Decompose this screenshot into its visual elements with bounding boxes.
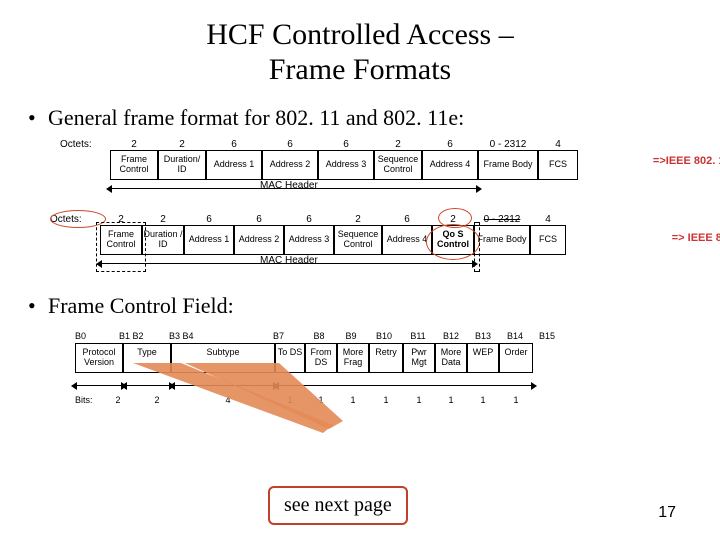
bullet-frame-control: Frame Control Field: <box>48 293 720 319</box>
page-number: 17 <box>658 504 676 522</box>
ieee-80211e-label: => IEEE 802. 11e <box>672 232 720 244</box>
frame-80211e: Octets: 2 2 6 6 6 2 6 2 0 - 2312 4 Frame… <box>50 214 720 271</box>
dashed-box-frame-control <box>96 222 146 272</box>
octets-row-80211: Octets: 2 2 6 6 6 2 6 0 - 2312 4 <box>60 139 720 150</box>
mac-header-label: MAC Header <box>260 180 318 191</box>
slide-title: HCF Controlled Access – Frame Formats <box>0 0 720 87</box>
octets-label: Octets: <box>60 139 110 150</box>
highlight-wedge-icon <box>133 363 373 433</box>
mac-header-label: MAC Header <box>260 255 318 266</box>
dashed-box-extra <box>474 222 480 272</box>
mac-header-arrow-80211: MAC Header <box>60 182 720 196</box>
bit-labels-row: B0 B1 B2 B3 B4 B7 B8 B9 B10 B11 B12 B13 … <box>75 331 720 341</box>
fields-row-80211e: Frame Control Duration / ID Address 1 Ad… <box>100 225 720 255</box>
mac-header-arrow-80211e: MAC Header <box>50 257 720 271</box>
fields-row-80211: Frame Control Duration/ ID Address 1 Add… <box>110 150 720 180</box>
highlight-ellipse-qos-field <box>426 224 480 260</box>
frame-80211: Octets: 2 2 6 6 6 2 6 0 - 2312 4 Frame C… <box>60 139 720 196</box>
octets-row-80211e: Octets: 2 2 6 6 6 2 6 2 0 - 2312 4 <box>50 214 720 225</box>
frame-control-diagram: B0 B1 B2 B3 B4 B7 B8 B9 B10 B11 B12 B13 … <box>75 331 720 405</box>
see-next-page-callout: see next page <box>268 486 408 525</box>
bullet-general-frame: General frame format for 802. 11 and 802… <box>48 105 720 131</box>
title-line1: HCF Controlled Access – <box>0 18 720 53</box>
ieee-80211-label: =>IEEE 802. 11 <box>653 155 720 167</box>
title-line2: Frame Formats <box>0 53 720 88</box>
